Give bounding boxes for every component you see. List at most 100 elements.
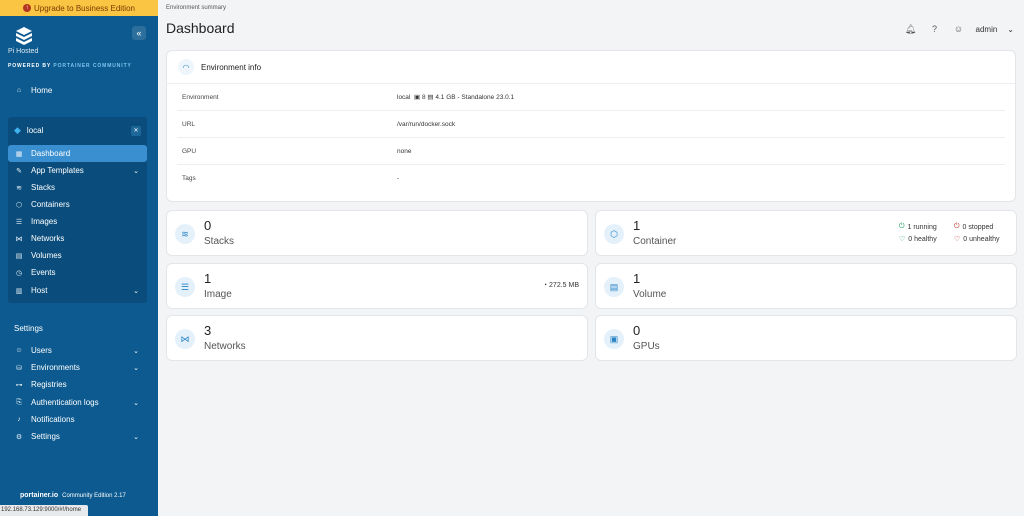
sidebar-item-label: Containers	[31, 200, 70, 209]
sidebar-item-networks[interactable]: ⋈ Networks	[8, 230, 147, 247]
sidebar-item-home[interactable]: ⌂ Home	[8, 82, 147, 99]
topbar: 🔔︎ ? ☺ admin ⌄	[904, 22, 1014, 36]
sidebar-item-users[interactable]: ☺ Users ⌄	[8, 342, 147, 359]
card-label: Networks	[204, 341, 246, 352]
chevron-down-icon[interactable]: ⌄	[1007, 25, 1014, 34]
panel-header: ◠ Environment info	[167, 51, 1015, 84]
sidebar-item-label: Environments	[31, 363, 80, 372]
clock-icon: ◷	[15, 269, 23, 277]
card-count: 3	[204, 323, 212, 338]
table-row: URL /var/run/docker.sock	[177, 111, 1005, 138]
upgrade-banner[interactable]: ↑ Upgrade to Business Edition	[0, 0, 158, 16]
help-icon[interactable]: ?	[928, 22, 942, 36]
layers-icon: ≋	[175, 224, 195, 244]
row-key: URL	[182, 120, 196, 128]
table-row: GPU none	[177, 138, 1005, 165]
list-icon: ☰	[175, 277, 195, 297]
upgrade-label: Upgrade to Business Edition	[34, 3, 135, 13]
sidebar-item-dashboard[interactable]: ▦ Dashboard	[8, 145, 147, 162]
environment-name: local	[26, 126, 44, 135]
browser-status-url: 192.168.73.129:9000/#!/home	[0, 505, 88, 516]
sidebar-item-containers[interactable]: ⬡ Containers	[8, 196, 147, 213]
gpus-card[interactable]: ▣ 0 GPUs	[595, 315, 1017, 361]
row-value: /var/run/docker.sock	[397, 120, 456, 128]
sidebar-item-images[interactable]: ☰ Images	[8, 213, 147, 230]
sidebar-item-app-templates[interactable]: ✎ App Templates ⌄	[8, 162, 147, 179]
sidebar-item-settings[interactable]: ⚙ Settings ⌄	[8, 428, 147, 445]
chevron-down-icon: ⌄	[133, 287, 139, 295]
powered-by: POWERED BY PORTAINER COMMUNITY	[8, 63, 132, 69]
share-icon: ⋈	[15, 235, 23, 243]
sidebar-item-registries[interactable]: ⊶ Registries	[8, 376, 147, 393]
box-icon: ⬡	[15, 201, 23, 209]
bell-icon[interactable]: 🔔︎	[904, 22, 918, 36]
card-label: Stacks	[204, 236, 235, 247]
card-label: Image	[204, 289, 232, 300]
heart-icon: ♡	[899, 236, 906, 243]
sidebar-item-label: Networks	[31, 234, 65, 243]
user-menu-label[interactable]: admin	[976, 25, 998, 34]
card-count: 1	[633, 271, 641, 286]
environment-info-panel: ◠ Environment info Environment local ▣ 8…	[166, 50, 1016, 202]
sidebar-item-stacks[interactable]: ≋ Stacks	[8, 179, 147, 196]
collapse-sidebar-button[interactable]: «	[132, 26, 146, 40]
card-label: Volume	[633, 289, 667, 300]
sidebar-item-environments[interactable]: ⛁ Environments ⌄	[8, 359, 147, 376]
cpu-icon: ▣	[414, 94, 421, 101]
bell-icon: ♪	[17, 416, 21, 423]
server-icon: ▥	[15, 287, 23, 295]
upgrade-icon: ↑	[23, 4, 32, 12]
chevron-down-icon: ⌄	[133, 167, 139, 175]
stacks-card[interactable]: ≋ 0 Stacks	[166, 210, 588, 256]
sidebar-item-label: Host	[31, 286, 48, 295]
gear-icon: ⚙	[15, 433, 23, 441]
memory-icon: ▤	[427, 94, 434, 101]
container-card[interactable]: ⬡ 1 Container ⏻ 1 running ⏻ 0 stopped ♡ 0 h…	[595, 210, 1017, 256]
layers-icon: ≋	[16, 184, 22, 192]
sidebar-item-label: App Templates	[31, 166, 84, 175]
users-icon: ☺	[15, 347, 23, 354]
sidebar-item-authentication-logs[interactable]: ⎘ Authentication logs ⌄	[8, 394, 147, 411]
healthy-status: ♡ 0 healthy	[899, 235, 937, 244]
chevron-down-icon: ⌄	[133, 347, 139, 355]
card-count: 0	[204, 218, 212, 233]
sidebar-item-label: Stacks	[31, 183, 56, 192]
registry-icon: ⊶	[15, 381, 23, 389]
edit-icon: ✎	[16, 167, 22, 175]
pi-hosted-logo-icon	[16, 27, 32, 45]
sidebar-item-label: Notifications	[31, 415, 75, 424]
card-label: Container	[633, 236, 677, 247]
heart-icon: ♡	[954, 236, 961, 243]
portainer-logo: portainer.io	[20, 492, 59, 499]
sidebar-item-label: Users	[31, 346, 52, 355]
sidebar-item-events[interactable]: ◷ Events	[8, 264, 147, 281]
database-icon: ▤	[604, 277, 624, 297]
brand-name: Pi Hosted	[8, 48, 39, 55]
close-environment-button[interactable]: ✕	[131, 125, 141, 136]
sidebar-item-label: Authentication logs	[31, 398, 99, 407]
image-size: ◔ 272.5 MB	[542, 282, 579, 289]
row-key: GPU	[182, 147, 197, 155]
sidebar-item-host[interactable]: ▥ Host ⌄	[8, 282, 147, 299]
environment-header[interactable]: ◆ local ✕	[8, 122, 147, 139]
card-count: 1	[204, 271, 212, 286]
row-value: -	[397, 175, 400, 182]
sidebar: ↑ Upgrade to Business Edition Pi Hosted …	[0, 0, 158, 516]
chevron-down-icon: ⌄	[133, 399, 139, 407]
sidebar-item-notifications[interactable]: ♪ Notifications	[8, 411, 147, 428]
sidebar-item-label: Registries	[31, 380, 67, 389]
running-status: ⏻ 1 running	[899, 223, 937, 231]
networks-card[interactable]: ⋈ 3 Networks	[166, 315, 588, 361]
sidebar-item-label: Images	[31, 217, 58, 226]
chip-icon: ▣	[604, 329, 624, 349]
sidebar-item-volumes[interactable]: ▤ Volumes	[8, 247, 147, 264]
database-icon: ▤	[15, 252, 23, 260]
card-label: GPUs	[633, 341, 660, 352]
stopped-status: ⏻ 0 stopped	[954, 223, 994, 231]
power-icon: ⏻	[899, 223, 905, 230]
log-icon: ⎘	[16, 398, 22, 406]
card-count: 0	[633, 323, 641, 338]
image-card[interactable]: ☰ 1 Image ◔ 272.5 MB	[166, 263, 588, 309]
volume-card[interactable]: ▤ 1 Volume	[595, 263, 1017, 309]
row-key: Environment	[182, 93, 219, 101]
